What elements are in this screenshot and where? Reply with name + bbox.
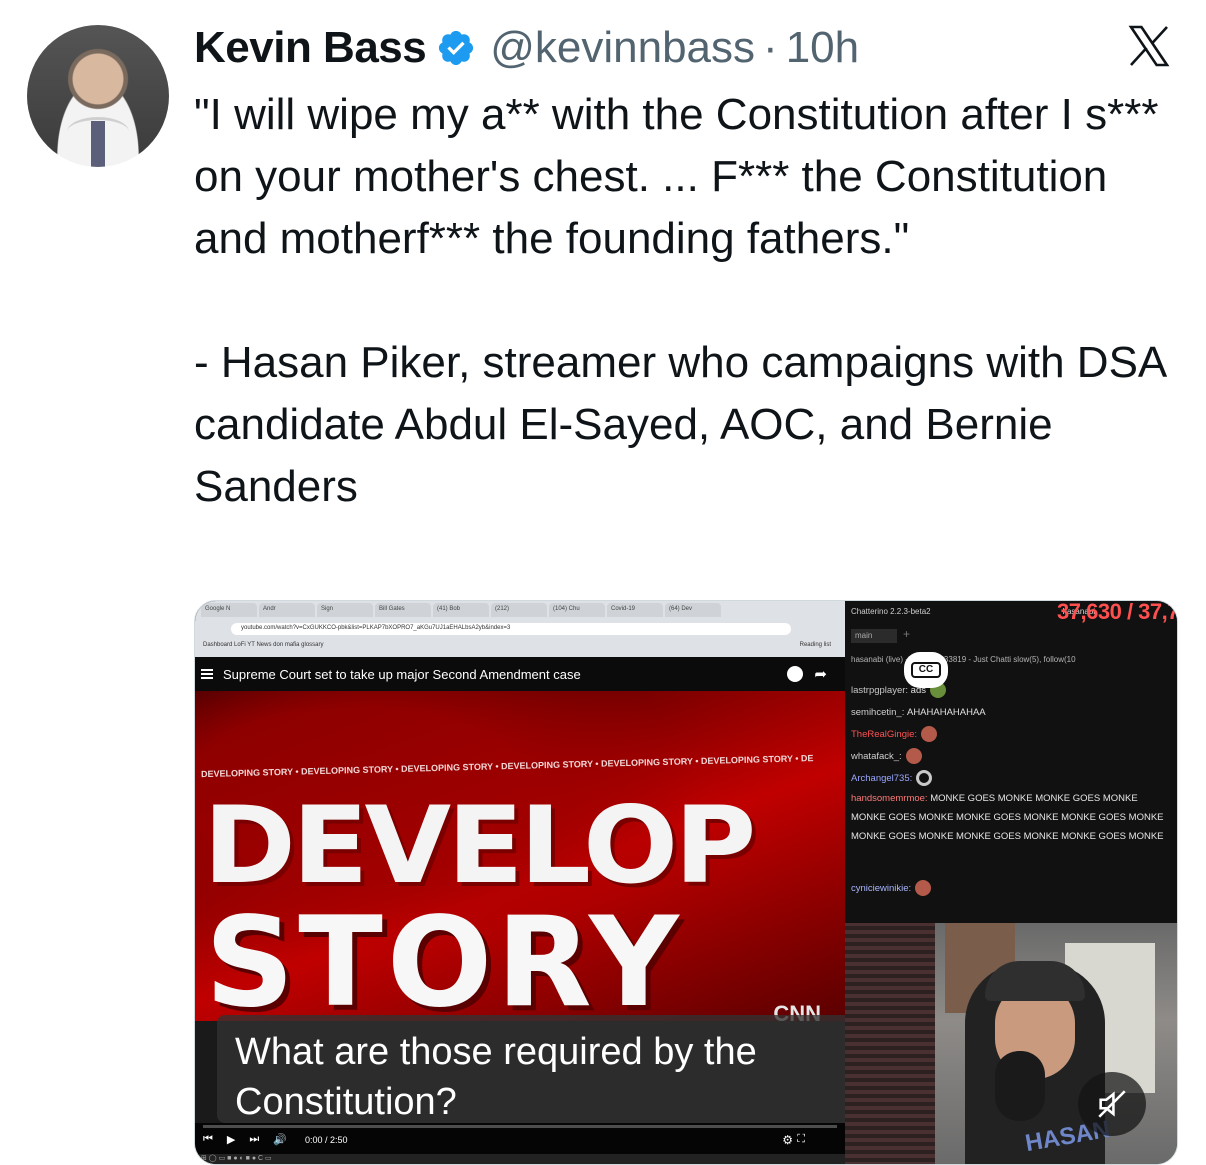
chat-message: Archangel735: — [851, 767, 1173, 789]
play-icon[interactable]: ▶ — [227, 1133, 235, 1146]
tweet-media[interactable]: Google N Andr Sign Bill Gates (41) Bob (… — [194, 600, 1178, 1165]
chat-message: whatafack_: — [851, 745, 1173, 767]
chat-message: TheRealGingie: — [851, 723, 1173, 745]
mute-button[interactable] — [1078, 1072, 1146, 1136]
volume-icon[interactable]: 🔊 — [273, 1133, 287, 1146]
browser-tab[interactable]: Sign — [317, 603, 373, 617]
author-name[interactable]: Kevin Bass — [194, 23, 427, 73]
browser-tab[interactable]: (212) — [491, 603, 547, 617]
player-time: 0:00 / 2:50 — [304, 1134, 348, 1145]
streamer-cap — [985, 961, 1085, 1001]
news-frame: DEVELOPING STORY • DEVELOPING STORY • DE… — [195, 691, 845, 1021]
video-title-bar: Supreme Court set to take up major Secon… — [195, 657, 845, 691]
avatar-tie — [91, 121, 105, 167]
news-headline-story: STORY — [205, 891, 683, 1021]
chat-message: cyniciewinikie: — [851, 877, 1173, 899]
chat-pane: Chatterino 2.2.3-beta2 hasanabi 37,630 /… — [845, 600, 1178, 923]
viewer-count: 37,630 / 37,7 — [1057, 600, 1178, 624]
chat-text: AHAHAHAHAHAA — [906, 706, 986, 718]
chat-user[interactable]: lastrpgplayer: — [851, 685, 908, 696]
video-caption: What are those required by the Constitut… — [217, 1015, 861, 1123]
tweet-time[interactable]: 10h — [786, 23, 859, 73]
player-buttons: ⏮ ▶ ⏭ 🔊 0:00 / 2:50 — [203, 1133, 348, 1146]
reading-list[interactable]: Reading list — [800, 642, 831, 648]
chat-message: semihcetin_: AHAHAHAHAHAA — [851, 701, 1173, 723]
next-icon[interactable]: ⏭ — [249, 1133, 259, 1146]
previous-icon[interactable]: ⏮ — [203, 1133, 213, 1146]
browser-tab[interactable]: (64) Dev — [665, 603, 721, 617]
os-taskbar: ⊞ ◯ ▭ ■ ● ◐ ■ ● C ▭ — [195, 1154, 845, 1164]
playlist-icon[interactable] — [201, 669, 213, 679]
fullscreen-icon[interactable]: ⛶ — [797, 1133, 805, 1146]
cc-label: CC — [911, 662, 941, 678]
microphone — [995, 1051, 1045, 1121]
settings-gear-icon[interactable]: ⚙ — [782, 1133, 793, 1147]
video-title[interactable]: Supreme Court set to take up major Secon… — [223, 667, 581, 682]
browser-tab[interactable]: Bill Gates — [375, 603, 431, 617]
closed-captions-button[interactable]: CC — [904, 652, 948, 688]
separator-dot: · — [763, 23, 778, 72]
chat-message: lastrpgplayer: ads — [851, 679, 1173, 701]
chat-user[interactable]: Archangel735: — [851, 773, 912, 784]
tweet-text: "I will wipe my a** with the Constitutio… — [194, 90, 1165, 511]
browser-tab[interactable]: Google N — [201, 603, 257, 617]
face-emote-icon — [921, 726, 938, 742]
verified-badge-icon — [439, 30, 474, 66]
bookmarks-list[interactable]: Dashboard LoFi YT News don mafia glossar… — [203, 642, 324, 648]
ring-emote-icon — [916, 770, 933, 786]
chat-user[interactable]: TheRealGingie: — [851, 729, 917, 740]
browser-tab[interactable]: (104) Chu — [549, 603, 605, 617]
watch-later-icon[interactable] — [787, 666, 803, 682]
browser-chrome: Google N Andr Sign Bill Gates (41) Bob (… — [195, 601, 845, 657]
chat-user[interactable]: semihcetin_: — [851, 707, 904, 718]
share-icon[interactable]: ➦ — [814, 665, 827, 683]
video-progress-bar[interactable] — [203, 1125, 837, 1128]
muted-speaker-icon — [1098, 1090, 1126, 1118]
browser-tab[interactable]: Andr — [259, 603, 315, 617]
news-ticker: DEVELOPING STORY • DEVELOPING STORY • DE… — [200, 753, 814, 780]
add-tab-icon[interactable]: + — [903, 627, 910, 641]
chat-message: handsomemrmoe: MONKE GOES MONKE MONKE GO… — [851, 789, 1173, 877]
face-emote-icon — [915, 880, 932, 896]
browser-tab[interactable]: (41) Bob — [433, 603, 489, 617]
x-logo-icon — [1128, 25, 1170, 67]
chat-messages: lastrpgplayer: ads semihcetin_: AHAHAHAH… — [851, 679, 1173, 899]
author-handle[interactable]: @kevinnbass — [490, 23, 755, 73]
browser-tab[interactable]: Covid-19 — [607, 603, 663, 617]
chat-user[interactable]: whatafack_: — [851, 751, 902, 762]
chat-app-title: Chatterino 2.2.3-beta2 — [851, 607, 931, 616]
chat-status: hasanabi (live) - 2h 12m - 33819 - Just … — [851, 655, 1076, 664]
address-bar[interactable]: youtube.com/watch?v=CxGUKKCO-pbk&list=PL… — [231, 623, 791, 635]
tweet-header: Kevin Bass @kevinnbass · 10h — [194, 20, 859, 76]
browser-tabs: Google N Andr Sign Bill Gates (41) Bob (… — [195, 603, 845, 619]
webcam-wall — [845, 923, 935, 1164]
bookmarks-bar: Dashboard LoFi YT News don mafia glossar… — [195, 639, 845, 653]
news-headline-develop: DEVELOP — [203, 784, 756, 908]
chat-user[interactable]: cyniciewinikie: — [851, 883, 911, 894]
author-avatar[interactable] — [27, 25, 169, 167]
face-emote-icon — [905, 748, 922, 764]
chat-tab-main[interactable]: main — [851, 629, 897, 643]
chat-user[interactable]: handsomemrmoe: — [851, 793, 928, 804]
